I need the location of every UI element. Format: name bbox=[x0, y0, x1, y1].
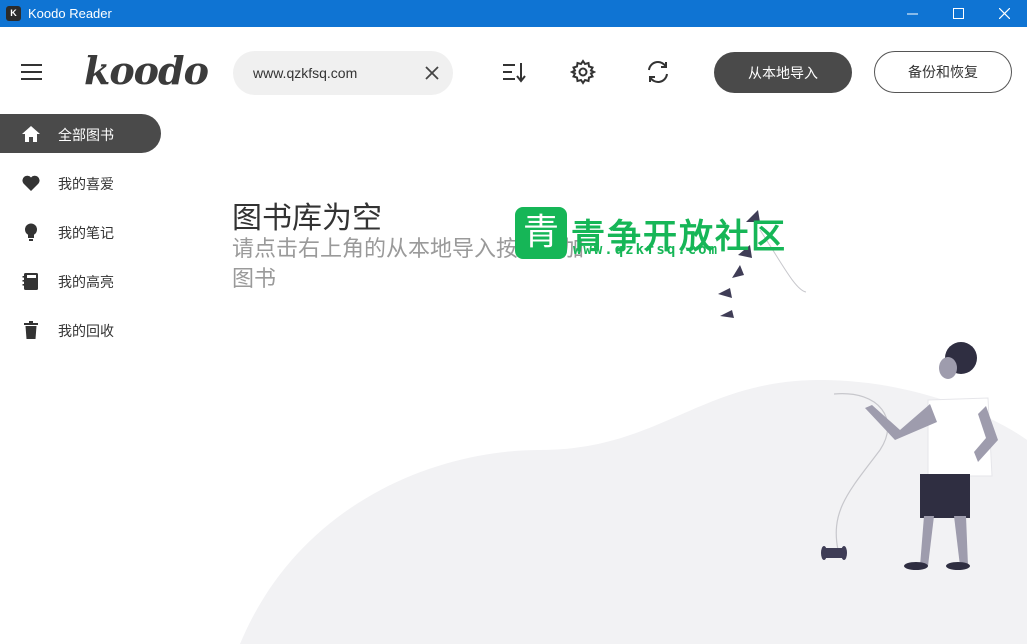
close-icon bbox=[998, 8, 1010, 19]
search-box bbox=[233, 51, 453, 95]
import-local-button[interactable]: 从本地导入 bbox=[714, 52, 852, 93]
trash-icon bbox=[24, 321, 38, 339]
notebook-icon bbox=[22, 273, 38, 290]
watermark-url: www.qzkfsq.com bbox=[573, 242, 720, 258]
hamburger-menu-icon bbox=[21, 64, 42, 80]
sidebar-item-label: 我的高亮 bbox=[58, 275, 114, 291]
minimize-icon bbox=[906, 13, 918, 15]
clear-search-button[interactable] bbox=[424, 65, 440, 81]
close-button[interactable] bbox=[981, 0, 1027, 27]
heart-icon bbox=[22, 175, 40, 191]
sync-button[interactable] bbox=[644, 58, 672, 86]
clear-icon bbox=[425, 66, 439, 80]
sidebar-item-label: 全部图书 bbox=[58, 128, 114, 144]
sidebar-item-notes[interactable]: 我的笔记 bbox=[0, 212, 161, 251]
gear-icon bbox=[570, 59, 596, 85]
app-logo: koodo bbox=[84, 48, 209, 93]
sidebar: 全部图书 我的喜爱 我的笔记 我的高亮 我的回收 bbox=[0, 114, 165, 359]
maximize-button[interactable] bbox=[935, 0, 981, 27]
search-input[interactable] bbox=[253, 63, 418, 83]
maximize-icon bbox=[952, 8, 964, 19]
empty-library-subtitle-line2: 图书 bbox=[232, 267, 277, 292]
sync-icon bbox=[648, 61, 668, 83]
sidebar-item-trash[interactable]: 我的回收 bbox=[0, 310, 161, 349]
window-controls bbox=[889, 0, 1027, 27]
sidebar-item-favorites[interactable]: 我的喜爱 bbox=[0, 163, 161, 202]
watermark-logo: 青 bbox=[515, 207, 567, 259]
minimize-button[interactable] bbox=[889, 0, 935, 27]
menu-button[interactable] bbox=[21, 62, 45, 82]
home-icon bbox=[22, 126, 40, 142]
sort-icon bbox=[503, 63, 526, 83]
settings-button[interactable] bbox=[569, 58, 597, 86]
sidebar-item-label: 我的笔记 bbox=[58, 226, 114, 242]
backup-restore-button[interactable]: 备份和恢复 bbox=[874, 51, 1012, 93]
watermark: 青 青争开放社区 www.qzkfsq.com bbox=[515, 207, 785, 262]
lightbulb-icon bbox=[25, 223, 37, 241]
sidebar-item-highlights[interactable]: 我的高亮 bbox=[0, 261, 161, 300]
sidebar-item-all-books[interactable]: 全部图书 bbox=[0, 114, 161, 153]
sort-button[interactable] bbox=[500, 58, 528, 86]
app-icon: K bbox=[6, 6, 21, 21]
sidebar-item-label: 我的回收 bbox=[58, 324, 114, 340]
empty-library-title: 图书库为空 bbox=[232, 201, 382, 236]
title-bar: K Koodo Reader bbox=[0, 0, 1027, 27]
sidebar-item-label: 我的喜爱 bbox=[58, 177, 114, 193]
window-title: Koodo Reader bbox=[28, 6, 112, 21]
